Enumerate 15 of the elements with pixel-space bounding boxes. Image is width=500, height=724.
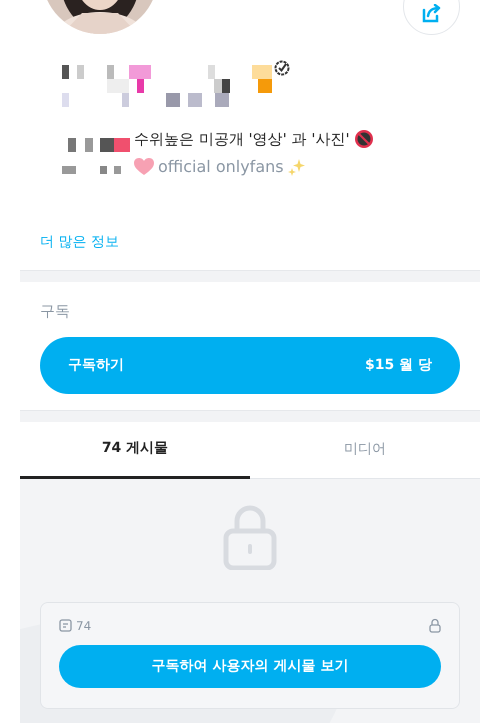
more-info-link[interactable]: 더 많은 정보 — [40, 232, 119, 253]
subscribe-to-view-button[interactable]: 구독하여 사용자의 게시물 보기 — [59, 644, 441, 688]
heart-icon — [134, 158, 154, 176]
post-count: 74 — [76, 618, 92, 634]
bio-text: official onlyfans — [158, 156, 284, 178]
lock-icon — [223, 504, 277, 570]
bio-text: 수위높은 미공개 '영상' 과 '사진' — [134, 129, 350, 150]
share-icon — [420, 4, 442, 24]
section-heading: 구독 — [39, 301, 71, 322]
subscribe-button[interactable]: 구독하기 $15 월 당 — [40, 336, 460, 394]
no-under-18-icon — [354, 129, 374, 150]
lock-icon — [429, 618, 441, 633]
post-icon — [59, 619, 72, 632]
verified-icon — [274, 60, 290, 76]
sparkles-icon — [288, 158, 306, 176]
